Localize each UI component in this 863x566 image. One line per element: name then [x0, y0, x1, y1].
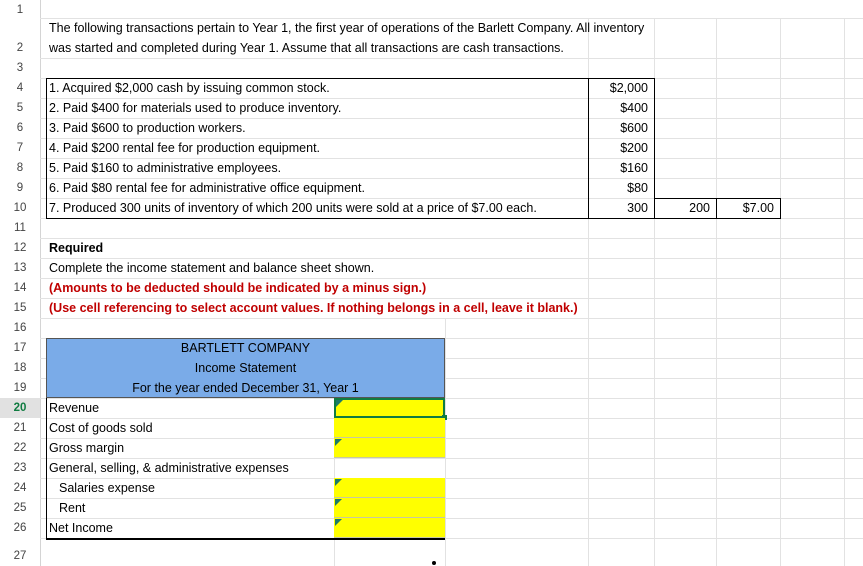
transaction-amount[interactable]: $80: [590, 178, 648, 198]
row-number[interactable]: 27: [0, 546, 40, 566]
rent-input-cell[interactable]: [334, 498, 445, 518]
units-sold-value[interactable]: 200: [656, 198, 710, 218]
row-number[interactable]: 11: [0, 218, 40, 238]
row-number[interactable]: 25: [0, 498, 40, 518]
revenue-input-cell[interactable]: [334, 398, 445, 418]
row-number[interactable]: 8: [0, 158, 40, 178]
required-instruction: Complete the income statement and balanc…: [49, 261, 375, 275]
salaries-expense-input-cell[interactable]: [334, 478, 445, 498]
line-gsa-expenses: General, selling, & administrative expen…: [49, 461, 289, 475]
minus-sign-note: (Amounts to be deducted should be indica…: [49, 281, 427, 295]
row-number[interactable]: 16: [0, 318, 40, 338]
row-number[interactable]: 18: [0, 358, 40, 378]
row-number-active[interactable]: 20: [0, 398, 40, 418]
row-number[interactable]: 13: [0, 258, 40, 278]
line-cost-of-goods-sold: Cost of goods sold: [49, 421, 153, 435]
line-net-income: Net Income: [49, 521, 113, 535]
row-number[interactable]: 6: [0, 118, 40, 138]
transaction-text: 1. Acquired $2,000 cash by issuing commo…: [49, 81, 330, 95]
intro-line-2: was started and completed during Year 1.…: [49, 41, 564, 55]
cell-indicator-icon: [335, 439, 342, 446]
transaction-amount[interactable]: $200: [590, 138, 648, 158]
transaction-text: 6. Paid $80 rental fee for administrativ…: [49, 181, 365, 195]
transaction-text: 7. Produced 300 units of inventory of wh…: [49, 201, 537, 215]
transaction-text: 4. Paid $200 rental fee for production e…: [49, 141, 321, 155]
row-number[interactable]: 15: [0, 298, 40, 318]
row-number[interactable]: 3: [0, 58, 40, 78]
row-number[interactable]: 4: [0, 78, 40, 98]
row-number[interactable]: 21: [0, 418, 40, 438]
line-salaries-expense: Salaries expense: [59, 481, 155, 495]
line-gross-margin: Gross margin: [49, 441, 125, 455]
transaction-amount[interactable]: $2,000: [590, 78, 648, 98]
transaction-amount[interactable]: $600: [590, 118, 648, 138]
transaction-amount[interactable]: $400: [590, 98, 648, 118]
transaction-text: 2. Paid $400 for materials used to produ…: [49, 101, 342, 115]
statement-title: Income Statement: [194, 361, 297, 375]
gross-margin-input-cell[interactable]: [334, 438, 445, 458]
cost-of-goods-sold-input-cell[interactable]: [334, 418, 445, 438]
cell-referencing-note: (Use cell referencing to select account …: [49, 301, 578, 315]
cursor-dot: [432, 561, 436, 565]
row-number[interactable]: 10: [0, 198, 40, 218]
units-produced-value[interactable]: 300: [590, 198, 648, 218]
row-number[interactable]: 14: [0, 278, 40, 298]
row-number[interactable]: 22: [0, 438, 40, 458]
line-rent: Rent: [59, 501, 86, 515]
row-number[interactable]: 26: [0, 518, 40, 538]
row-number[interactable]: 2: [0, 38, 40, 58]
required-heading: Required: [49, 241, 104, 255]
row-number[interactable]: 23: [0, 458, 40, 478]
cell-indicator-icon: [336, 400, 343, 407]
row-number[interactable]: 7: [0, 138, 40, 158]
row-number[interactable]: 24: [0, 478, 40, 498]
cell-indicator-icon: [335, 519, 342, 526]
row-number[interactable]: 19: [0, 378, 40, 398]
transaction-amount[interactable]: $160: [590, 158, 648, 178]
row-number[interactable]: 12: [0, 238, 40, 258]
cell-indicator-icon: [335, 479, 342, 486]
cell-indicator-icon: [335, 499, 342, 506]
row-number[interactable]: 5: [0, 98, 40, 118]
net-income-input-cell[interactable]: [334, 518, 445, 538]
company-name: BARTLETT COMPANY: [180, 341, 311, 355]
row-number[interactable]: 1: [0, 0, 40, 20]
transaction-text: 5. Paid $160 to administrative employees…: [49, 161, 282, 175]
intro-line-1: The following transactions pertain to Ye…: [49, 21, 645, 35]
price-value[interactable]: $7.00: [718, 198, 774, 218]
transaction-text: 3. Paid $600 to production workers.: [49, 121, 246, 135]
row-number[interactable]: 17: [0, 338, 40, 358]
line-revenue: Revenue: [49, 401, 100, 415]
statement-period: For the year ended December 31, Year 1: [132, 381, 359, 395]
row-number[interactable]: 9: [0, 178, 40, 198]
